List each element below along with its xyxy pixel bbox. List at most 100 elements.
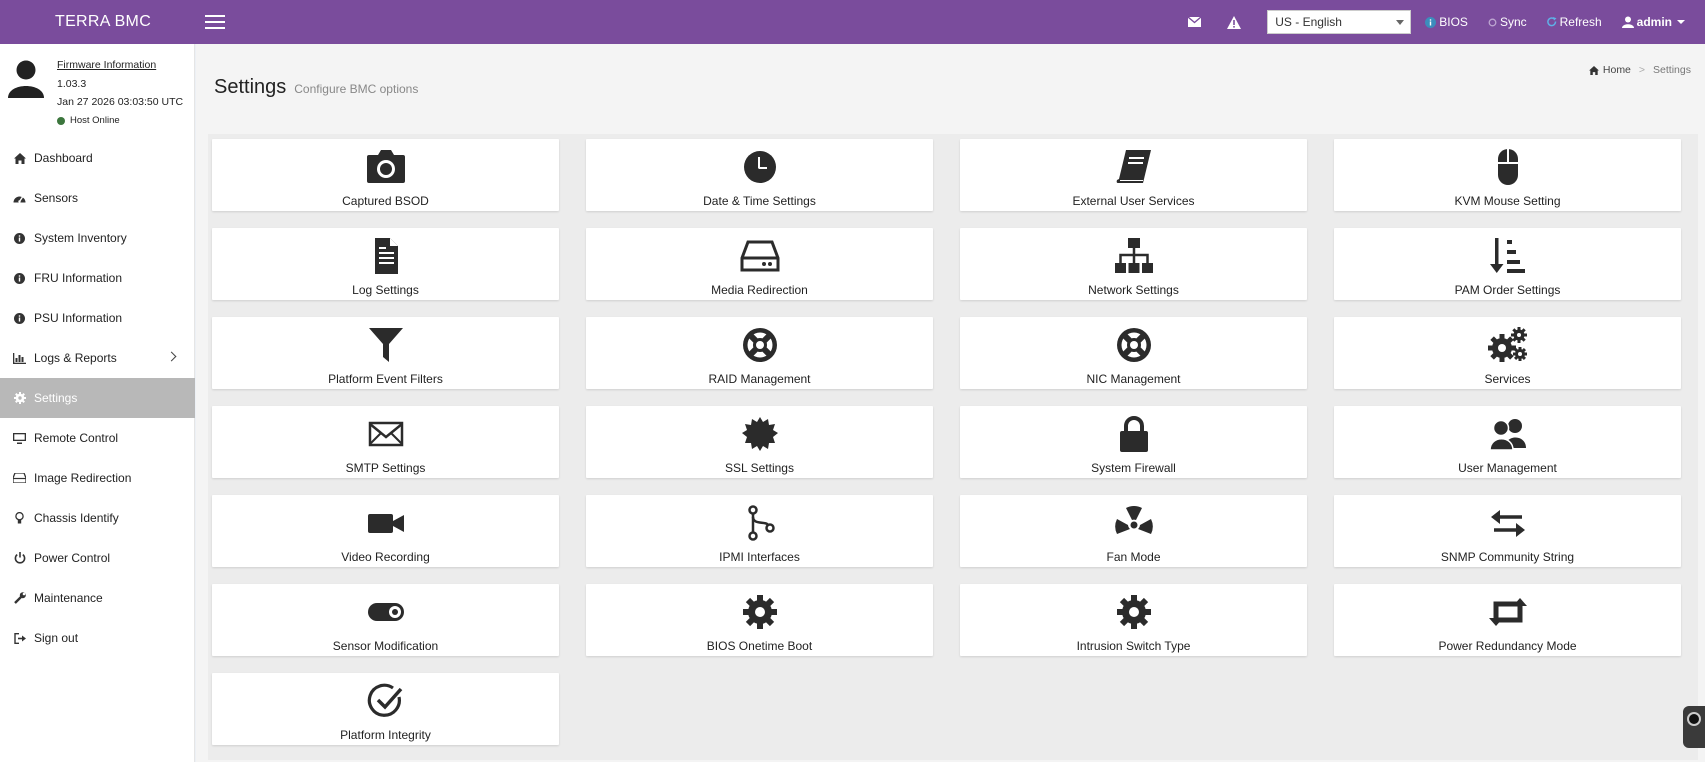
user-menu[interactable]: admin bbox=[1621, 15, 1685, 29]
page-subtitle: Configure BMC options bbox=[294, 82, 419, 96]
sidebar-item-label: Maintenance bbox=[34, 591, 103, 605]
tile-label: Sensor Modification bbox=[332, 639, 439, 653]
home-icon bbox=[1588, 65, 1599, 75]
language-select-value: US - English bbox=[1275, 15, 1342, 29]
filter-icon bbox=[365, 325, 407, 365]
sidebar-item-remote-control[interactable]: Remote Control bbox=[0, 418, 195, 458]
monitor-icon bbox=[13, 432, 26, 445]
widget-icon bbox=[1687, 712, 1701, 726]
sync-icon bbox=[1488, 18, 1497, 27]
tile-label: Date & Time Settings bbox=[703, 194, 816, 208]
warning-icon[interactable] bbox=[1227, 15, 1242, 29]
tile-network-settings[interactable]: Network Settings bbox=[960, 228, 1307, 300]
tile-label: User Management bbox=[1458, 461, 1557, 475]
breadcrumb-home-link[interactable]: Home bbox=[1603, 64, 1631, 76]
exchange-icon bbox=[1487, 503, 1529, 543]
envelope-icon[interactable] bbox=[1187, 15, 1201, 29]
tile-bios-onetime-boot[interactable]: BIOS Onetime Boot bbox=[586, 584, 933, 656]
sidebar-item-fru-information[interactable]: FRU Information bbox=[0, 258, 195, 298]
tile-ssl-settings[interactable]: SSL Settings bbox=[586, 406, 933, 478]
retweet-icon bbox=[1487, 592, 1529, 632]
tile-video-recording[interactable]: Video Recording bbox=[212, 495, 559, 567]
tile-snmp-community-string[interactable]: SNMP Community String bbox=[1334, 495, 1681, 567]
sidebar-item-settings[interactable]: Settings bbox=[0, 378, 195, 418]
tile-pam-order-settings[interactable]: PAM Order Settings bbox=[1334, 228, 1681, 300]
camera-icon bbox=[365, 147, 407, 187]
tile-captured-bsod[interactable]: Captured BSOD bbox=[212, 139, 559, 211]
tile-ipmi-interfaces[interactable]: IPMI Interfaces bbox=[586, 495, 933, 567]
tile-external-user-services[interactable]: External User Services bbox=[960, 139, 1307, 211]
sidebar-item-logs-reports[interactable]: Logs & Reports bbox=[0, 338, 195, 378]
tile-media-redirection[interactable]: Media Redirection bbox=[586, 228, 933, 300]
tile-label: Platform Integrity bbox=[340, 728, 431, 742]
tile-label: Power Redundancy Mode bbox=[1438, 639, 1577, 653]
lifebuoy-icon bbox=[739, 325, 781, 365]
tile-label: Video Recording bbox=[341, 550, 430, 564]
gear-icon bbox=[739, 592, 781, 632]
sidebar-item-dashboard[interactable]: Dashboard bbox=[0, 138, 195, 178]
video-camera-icon bbox=[365, 503, 407, 543]
tile-user-management[interactable]: User Management bbox=[1334, 406, 1681, 478]
firmware-information-link[interactable]: Firmware Information bbox=[57, 56, 183, 75]
tile-label: Services bbox=[1484, 372, 1531, 386]
sidebar-item-image-redirection[interactable]: Image Redirection bbox=[0, 458, 195, 498]
tile-power-redundancy-mode[interactable]: Power Redundancy Mode bbox=[1334, 584, 1681, 656]
sidebar-item-label: Sign out bbox=[34, 631, 79, 645]
lifebuoy-icon bbox=[1113, 325, 1155, 365]
tile-nic-management[interactable]: NIC Management bbox=[960, 317, 1307, 389]
floating-widget[interactable] bbox=[1683, 706, 1705, 748]
sidebar-item-label: Power Control bbox=[34, 551, 111, 565]
firmware-version: 1.03.3 bbox=[57, 77, 87, 90]
sidebar-item-sensors[interactable]: Sensors bbox=[0, 178, 195, 218]
tile-label: SMTP Settings bbox=[345, 461, 426, 475]
language-select[interactable]: US - English bbox=[1267, 10, 1412, 34]
brand-logo-text[interactable]: TERRA BMC bbox=[0, 13, 195, 31]
sidebar-item-label: Settings bbox=[34, 391, 78, 405]
sidebar-item-power-control[interactable]: Power Control bbox=[0, 538, 195, 578]
tile-system-firewall[interactable]: System Firewall bbox=[960, 406, 1307, 478]
info-circle-icon bbox=[1425, 16, 1437, 28]
book-icon bbox=[1113, 147, 1155, 187]
sitemap-icon bbox=[1113, 236, 1155, 276]
sidebar-toggle-icon[interactable] bbox=[205, 15, 225, 29]
avatar-icon bbox=[8, 60, 44, 98]
settings-tiles-panel: Captured BSOD Date & Time Settings Exter… bbox=[208, 134, 1698, 760]
host-status: Host Online bbox=[57, 112, 183, 131]
info-icon bbox=[13, 232, 26, 245]
tile-date-time-settings[interactable]: Date & Time Settings bbox=[586, 139, 933, 211]
sidebar-item-psu-information[interactable]: PSU Information bbox=[0, 298, 195, 338]
refresh-icon bbox=[1546, 17, 1557, 27]
tile-fan-mode[interactable]: Fan Mode bbox=[960, 495, 1307, 567]
top-navbar: TERRA BMC US - English BIOS Sync Refresh… bbox=[0, 0, 1705, 44]
sidebar-item-chassis-identify[interactable]: Chassis Identify bbox=[0, 498, 195, 538]
sidebar-item-system-inventory[interactable]: System Inventory bbox=[0, 218, 195, 258]
tile-label: System Firewall bbox=[1091, 461, 1176, 475]
user-panel: Firmware Information 1.03.3 Jan 27 2026 … bbox=[0, 44, 194, 136]
tile-intrusion-switch-type[interactable]: Intrusion Switch Type bbox=[960, 584, 1307, 656]
navbar-right: US - English BIOS Sync Refresh admin bbox=[1187, 0, 1705, 44]
bios-link[interactable]: BIOS bbox=[1425, 15, 1468, 29]
sync-link[interactable]: Sync bbox=[1488, 15, 1527, 29]
tile-label: Intrusion Switch Type bbox=[1076, 639, 1191, 653]
tile-label: NIC Management bbox=[1086, 372, 1181, 386]
sidebar-item-sign-out[interactable]: Sign out bbox=[0, 618, 195, 658]
refresh-link[interactable]: Refresh bbox=[1546, 15, 1602, 29]
document-icon bbox=[365, 236, 407, 276]
sidebar-item-maintenance[interactable]: Maintenance bbox=[0, 578, 195, 618]
certificate-icon bbox=[739, 414, 781, 454]
tile-log-settings[interactable]: Log Settings bbox=[212, 228, 559, 300]
tile-platform-integrity[interactable]: Platform Integrity bbox=[212, 673, 559, 745]
clock-icon bbox=[739, 147, 781, 187]
gear-icon bbox=[1113, 592, 1155, 632]
tile-platform-event-filters[interactable]: Platform Event Filters bbox=[212, 317, 559, 389]
host-status-text: Host Online bbox=[70, 114, 120, 126]
toggle-icon bbox=[365, 592, 407, 632]
lock-icon bbox=[1113, 414, 1155, 454]
tile-services[interactable]: Services bbox=[1334, 317, 1681, 389]
tile-raid-management[interactable]: RAID Management bbox=[586, 317, 933, 389]
tile-sensor-modification[interactable]: Sensor Modification bbox=[212, 584, 559, 656]
tile-kvm-mouse-setting[interactable]: KVM Mouse Setting bbox=[1334, 139, 1681, 211]
tile-smtp-settings[interactable]: SMTP Settings bbox=[212, 406, 559, 478]
breadcrumb-current: Settings bbox=[1653, 64, 1691, 76]
check-circle-icon bbox=[365, 681, 407, 721]
